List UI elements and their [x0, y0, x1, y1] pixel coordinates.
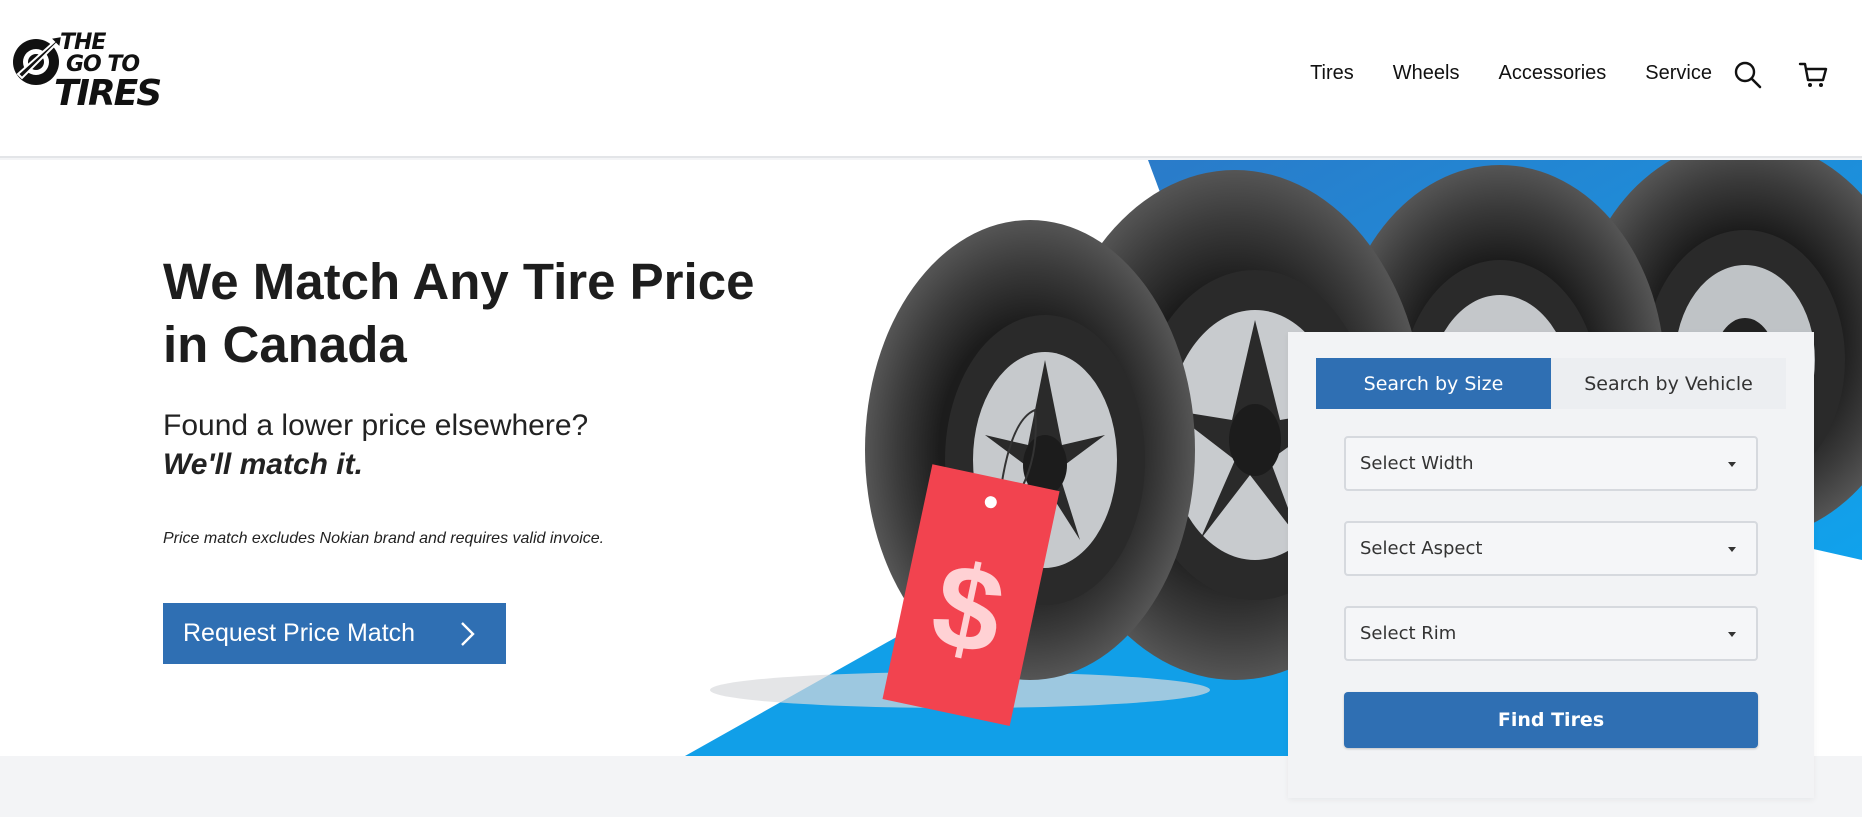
- cart-icon[interactable]: [1798, 60, 1828, 90]
- caret-down-icon: [1728, 632, 1736, 637]
- cta-label: Request Price Match: [183, 619, 416, 647]
- caret-down-icon: [1728, 547, 1736, 552]
- width-select-value: Select Width: [1360, 453, 1474, 474]
- brand-wordmark: THE GO TO TIRES: [54, 30, 162, 112]
- price-match-disclaimer: Price match excludes Nokian brand and re…: [163, 530, 605, 547]
- nav-wheels[interactable]: Wheels: [1393, 62, 1460, 85]
- rim-select[interactable]: Select Rim: [1344, 606, 1758, 661]
- main-nav: Tires Wheels Accessories Service: [1310, 62, 1712, 85]
- search-icon[interactable]: [1733, 60, 1763, 90]
- brand-line-1: THE: [60, 30, 106, 55]
- hero-subline: Found a lower price elsewhere? We'll mat…: [163, 406, 763, 484]
- request-price-match-button[interactable]: Request Price Match: [163, 603, 506, 664]
- aspect-select-value: Select Aspect: [1360, 538, 1483, 559]
- search-tabs: Search by Size Search by Vehicle: [1316, 358, 1786, 409]
- hero-headline: We Match Any Tire Price in Canada: [163, 253, 755, 373]
- hero-subline-text: Found a lower price elsewhere?: [163, 409, 589, 442]
- chevron-right-icon: [461, 622, 475, 646]
- tab-search-by-size[interactable]: Search by Size: [1316, 358, 1551, 409]
- find-tires-button[interactable]: Find Tires: [1344, 692, 1758, 748]
- brand-line-3: TIRES: [54, 73, 162, 114]
- hero-subline-emphasis: We'll match it.: [163, 448, 363, 481]
- caret-down-icon: [1728, 462, 1736, 467]
- site-header: THE GO TO TIRES Tires Wheels Accessories…: [0, 0, 1862, 158]
- brand-logo[interactable]: THE GO TO TIRES: [8, 30, 162, 120]
- tire-search-panel: Search by Size Search by Vehicle Select …: [1288, 332, 1814, 798]
- tab-search-by-vehicle[interactable]: Search by Vehicle: [1551, 358, 1786, 409]
- nav-accessories[interactable]: Accessories: [1498, 62, 1606, 85]
- rim-select-value: Select Rim: [1360, 623, 1457, 644]
- width-select[interactable]: Select Width: [1344, 436, 1758, 491]
- nav-service[interactable]: Service: [1645, 62, 1712, 85]
- nav-tires[interactable]: Tires: [1310, 62, 1354, 85]
- aspect-select[interactable]: Select Aspect: [1344, 521, 1758, 576]
